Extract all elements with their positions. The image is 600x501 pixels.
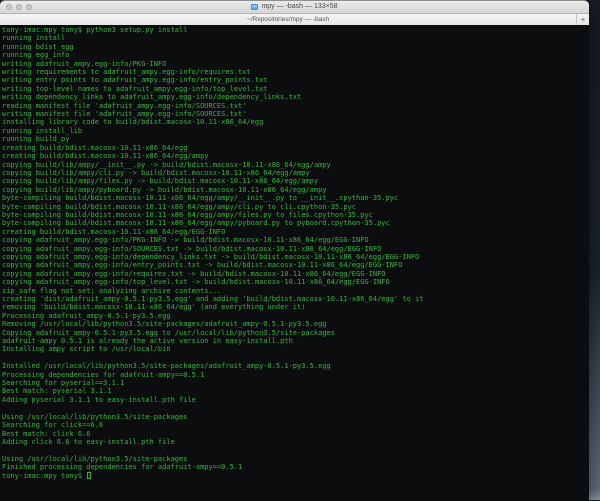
terminal-line: copying build/lib/ampy/files.py -> build… <box>2 177 319 186</box>
terminal-cursor <box>87 472 92 479</box>
terminal-line: writing dependency_links to adafruit_amp… <box>2 93 302 102</box>
terminal-doc-icon <box>251 4 259 10</box>
terminal-line: writing requirements to adafruit_ampy.eg… <box>2 68 251 77</box>
terminal-line: running egg_info <box>2 51 70 60</box>
terminal-line: writing entry points to adafruit_ampy.eg… <box>2 76 268 85</box>
terminal-line: running bdist_egg <box>2 42 74 51</box>
terminal-line: Removing /usr/local/lib/python3.5/site-p… <box>2 320 327 329</box>
terminal-line: tony-imac:mpy tony$ python3 setup.py ins… <box>2 26 188 34</box>
terminal-line: running build_py <box>2 135 70 144</box>
window-title: mpy — -bash — 133×58 <box>261 3 338 10</box>
terminal-line: byte-compiling build/bdist.macosx-10.11-… <box>2 194 399 203</box>
tab-label: ~/Repositories/mpy — -bash <box>246 16 330 23</box>
terminal-line: creating build/bdist.macosx-10.11-x86_64… <box>2 152 209 161</box>
title-area: mpy — -bash — 133×58 <box>0 1 589 13</box>
terminal-line: creating 'dist/adafruit_ampy-0.5.1-py3.5… <box>2 295 424 303</box>
terminal-line: copying build/lib/ampy/__init__.py -> bu… <box>2 160 331 169</box>
terminal-line: creating build/bdist.macosx-10.11-x86_64… <box>2 143 188 152</box>
new-tab-button[interactable]: + <box>576 14 589 25</box>
tab-bash[interactable]: ~/Repositories/mpy — -bash <box>0 14 576 25</box>
terminal-line: byte-compiling build/bdist.macosx-10.11-… <box>2 202 357 211</box>
terminal-prompt-line: tony-imac:mpy tony$ <box>2 472 589 480</box>
terminal-content[interactable]: tony-imac:mpy tony$ python3 setup.py ins… <box>0 25 589 501</box>
terminal-line: copying adafruit_ampy.egg-info/SOURCES.t… <box>2 244 382 253</box>
terminal-line: Best match: click 6.6 <box>2 429 91 438</box>
terminal-line: adafruit-ampy 0.5.1 is already the activ… <box>2 337 293 346</box>
terminal-line: Finished processing dependencies for ada… <box>2 463 243 472</box>
terminal-line: Installing ampy script to /usr/local/bin <box>2 345 171 354</box>
terminal-line: Copying adafruit_ampy-0.5.1-py3.5.egg to… <box>2 328 335 337</box>
terminal-line: writing top-level names to adafruit_ampy… <box>2 84 268 93</box>
terminal-line: reading manifest file 'adafruit_ampy.egg… <box>2 101 247 110</box>
terminal-line: copying adafruit_ampy.egg-info/entry_poi… <box>2 261 403 270</box>
terminal-line: copying adafruit_ampy.egg-info/top_level… <box>2 278 390 287</box>
terminal-line: copying build/lib/ampy/cli.py -> build/b… <box>2 168 310 177</box>
terminal-line: Adding click 6.6 to easy-install.pth fil… <box>2 437 175 446</box>
terminal-line: Installed /usr/local/lib/python3.5/site-… <box>2 362 331 371</box>
terminal-line: copying adafruit_ampy.egg-info/requires.… <box>2 269 386 278</box>
title-bar[interactable]: mpy — -bash — 133×58 <box>0 1 589 14</box>
terminal-line: copying adafruit_ampy.egg-info/dependenc… <box>2 252 420 261</box>
terminal-line: Using /usr/local/lib/python3.5/site-pack… <box>2 454 188 463</box>
terminal-line: Searching for click==6.6 <box>2 421 104 430</box>
terminal-line: Searching for pyserial==3.1.1 <box>2 379 125 388</box>
prompt-text: tony-imac:mpy tony$ <box>2 471 87 480</box>
terminal-line: byte-compiling build/bdist.macosx-10.11-… <box>2 210 373 219</box>
terminal-line: zip_safe flag not set; analyzing archive… <box>2 286 222 295</box>
terminal-line: removing 'build/bdist.macosx-10.11-x86_6… <box>2 303 306 312</box>
terminal-line: Using /usr/local/lib/python3.5/site-pack… <box>2 412 188 421</box>
terminal-line: installing library code to build/bdist.m… <box>2 118 264 127</box>
terminal-line: running install <box>2 34 66 43</box>
terminal-line: copying build/lib/ampy/pyboard.py -> bui… <box>2 185 327 194</box>
terminal-line: copying adafruit_ampy.egg-info/PKG-INFO … <box>2 236 369 245</box>
terminal-window: mpy — -bash — 133×58 ~/Repositories/mpy … <box>0 0 589 501</box>
terminal-line: creating build/bdist.macosx-10.11-x86_64… <box>2 227 226 236</box>
terminal-line: byte-compiling build/bdist.macosx-10.11-… <box>2 219 390 228</box>
terminal-line: Adding pyserial 3.1.1 to easy-install.pt… <box>2 395 196 404</box>
terminal-line: running install_lib <box>2 126 83 135</box>
terminal-line: Processing dependencies for adafruit-amp… <box>2 370 205 379</box>
terminal-output: tony-imac:mpy tony$ python3 setup.py ins… <box>2 26 589 472</box>
terminal-line: Best match: pyserial 3.1.1 <box>2 387 112 396</box>
terminal-line: Processing adafruit_ampy-0.5.1-py3.5.egg <box>2 311 171 320</box>
terminal-line: writing adafruit_ampy.egg-info/PKG-INFO <box>2 59 167 68</box>
terminal-line: writing manifest file 'adafruit_ampy.egg… <box>2 110 247 119</box>
